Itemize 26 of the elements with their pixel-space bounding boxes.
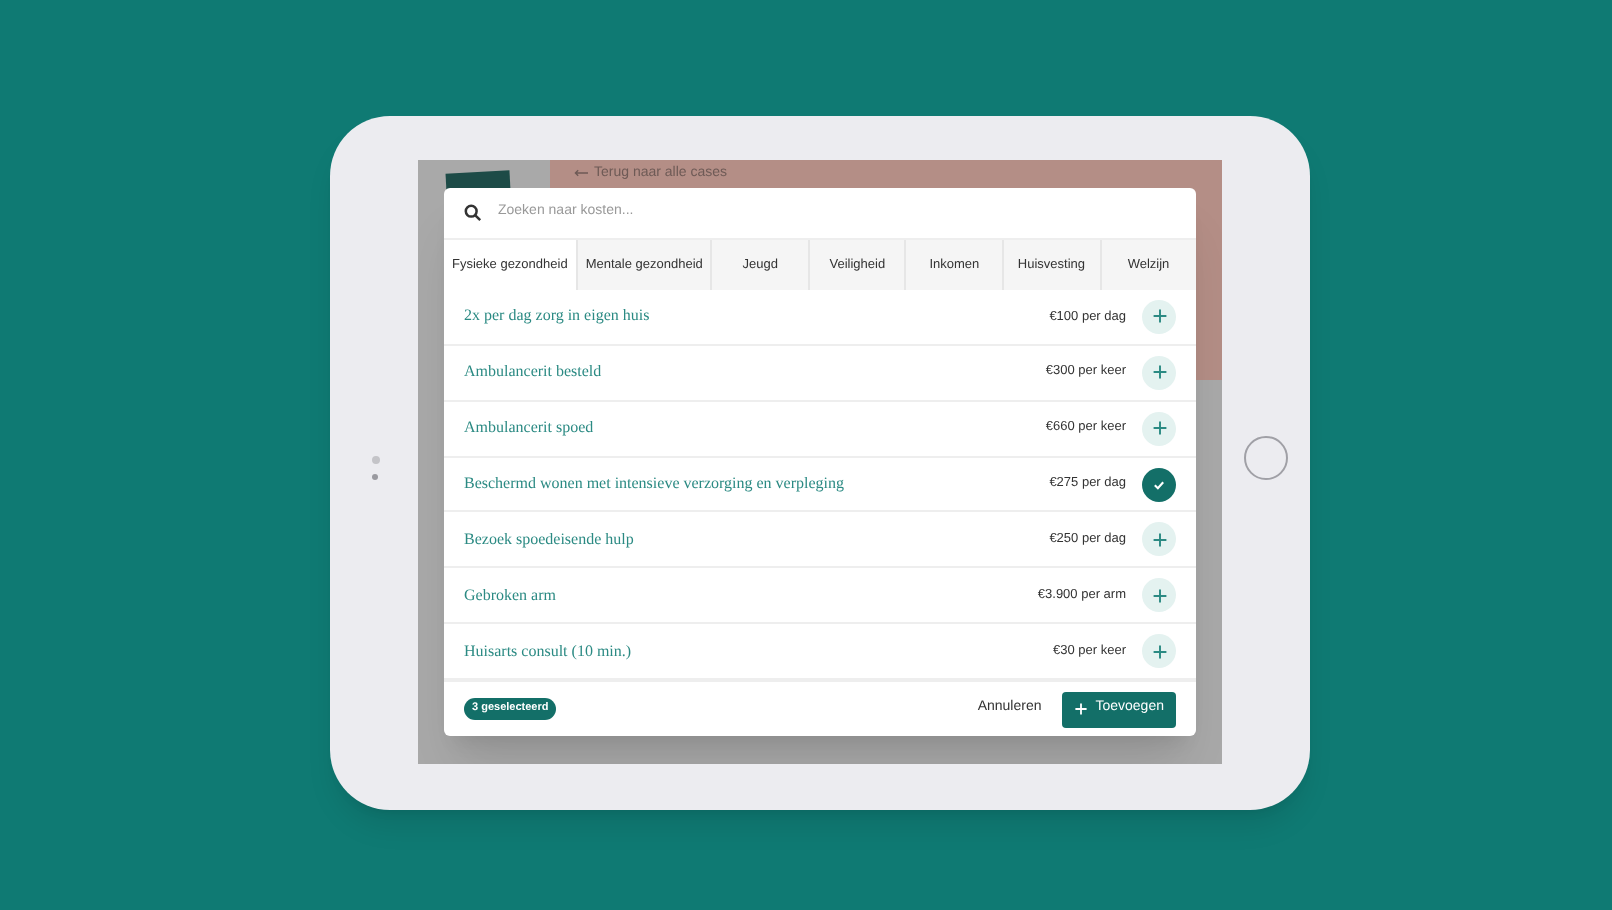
plus-icon <box>1151 308 1167 325</box>
plus-icon <box>1151 420 1167 437</box>
check-icon <box>1152 477 1166 491</box>
add-item-button[interactable] <box>1142 522 1176 557</box>
camera-icon <box>370 456 380 480</box>
home-button[interactable] <box>1244 436 1288 480</box>
cost-item-name: Ambulancerit besteld <box>464 360 604 385</box>
cost-item-name: 2x per dag zorg in eigen huis <box>464 304 652 329</box>
plus-icon <box>1151 643 1167 660</box>
add-item-button[interactable] <box>1142 578 1176 613</box>
add-item-button[interactable] <box>1142 411 1176 446</box>
cost-item-name: Ambulancerit spoed <box>464 416 596 441</box>
plus-icon <box>1151 364 1167 381</box>
cost-item-name: Beschermd wonen met intensieve verzorging en verpleging <box>464 472 847 496</box>
add-item-button[interactable] <box>1142 355 1176 390</box>
add-item-button[interactable] <box>1142 299 1176 334</box>
plus-icon <box>1073 702 1088 716</box>
arrow-left-icon <box>574 167 588 178</box>
add-item-button[interactable] <box>1142 634 1176 669</box>
search-icon <box>464 204 482 222</box>
cost-item-name: Huisarts consult (10 min.) <box>464 639 634 664</box>
plus-icon <box>1151 587 1167 604</box>
plus-icon <box>1151 531 1167 548</box>
cost-item-name: Gebroken arm <box>464 583 558 608</box>
cost-item-name: Bezoek spoedeisende hulp <box>464 527 636 552</box>
selected-check-button[interactable] <box>1142 467 1176 501</box>
